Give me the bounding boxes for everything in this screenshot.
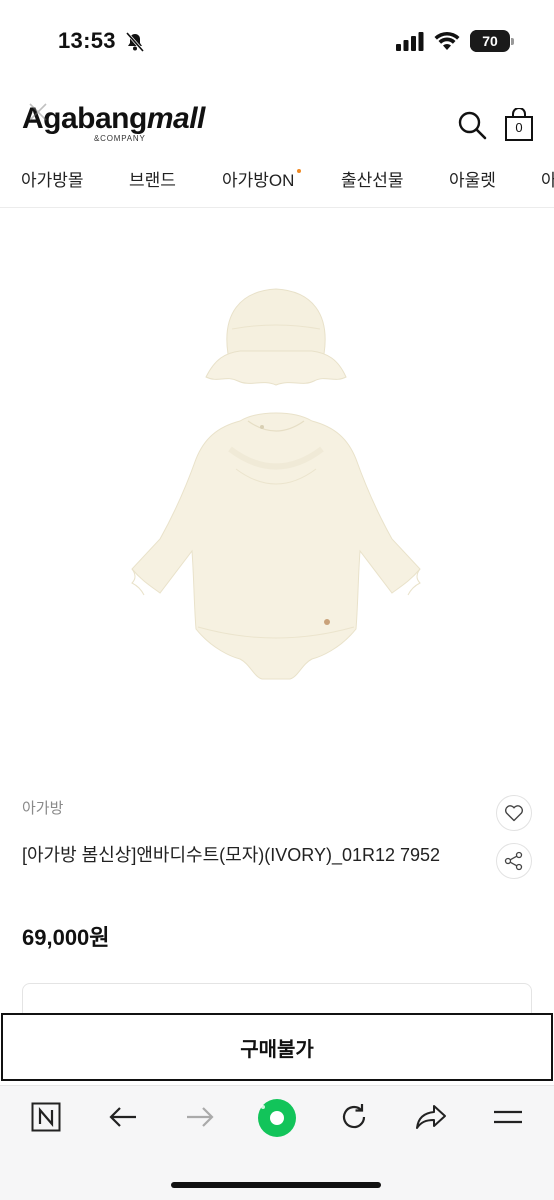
share-page-button[interactable] <box>414 1100 448 1134</box>
cart-count: 0 <box>515 120 523 135</box>
buy-bar: 구매불가 <box>0 1013 554 1083</box>
product-brand[interactable]: 아가방 <box>22 797 63 818</box>
product-title: [아가방 봄신상]앤바디수트(모자)(IVORY)_01R12 7952 <box>22 845 441 865</box>
signal-icon <box>396 32 424 51</box>
category-nav: 아가방몰 브랜드 아가방ON 출산선물 아울렛 아 <box>0 160 554 208</box>
romper-shape <box>131 412 421 680</box>
search-icon[interactable] <box>457 110 487 140</box>
forward-icon <box>187 1107 214 1127</box>
n-icon <box>31 1102 61 1132</box>
status-bar: 13:53 70 <box>0 0 554 84</box>
logo-mall: mall <box>146 102 206 135</box>
heart-icon <box>505 805 523 822</box>
logo-subtitle: &COMPANY <box>94 134 146 143</box>
hat-shape <box>205 288 347 386</box>
buy-button[interactable]: 구매불가 <box>1 1013 553 1081</box>
nav-item-agabang-on[interactable]: 아가방ON <box>222 166 302 191</box>
product-illustration <box>131 288 421 680</box>
back-button[interactable] <box>106 1100 140 1134</box>
nav-item-agabangmall[interactable]: 아가방몰 <box>21 166 84 191</box>
share-arrow-icon <box>416 1105 446 1129</box>
wishlist-button[interactable] <box>496 795 532 831</box>
refresh-icon <box>342 1104 366 1129</box>
product-image[interactable] <box>0 209 554 769</box>
bell-off-icon <box>125 32 145 52</box>
green-dot-icon <box>258 1099 296 1137</box>
battery-percent: 70 <box>482 33 498 49</box>
battery-indicator: 70 <box>470 30 514 52</box>
wifi-icon <box>434 31 460 50</box>
status-time: 13:53 <box>58 28 116 53</box>
close-icon[interactable] <box>26 100 50 124</box>
green-dot-button[interactable] <box>256 1097 298 1139</box>
refresh-button[interactable] <box>337 1100 371 1134</box>
nav-item-birth-gift[interactable]: 출산선물 <box>341 166 404 191</box>
nav-item-brand[interactable]: 브랜드 <box>129 166 176 191</box>
share-icon <box>504 851 523 871</box>
home-indicator <box>171 1182 381 1188</box>
nav-item-agabang-on-label: 아가방ON <box>222 171 295 190</box>
menu-button[interactable] <box>491 1100 525 1134</box>
share-button[interactable] <box>496 843 532 879</box>
naver-home-button[interactable] <box>29 1100 63 1134</box>
new-dot <box>297 169 302 173</box>
menu-icon <box>494 1110 522 1124</box>
status-right: 70 <box>396 30 514 52</box>
back-icon <box>109 1107 136 1127</box>
product-price: 69,000원 <box>22 925 110 950</box>
nav-item-outlet[interactable]: 아울렛 <box>449 166 496 191</box>
nav-item-more[interactable]: 아 <box>541 166 554 191</box>
battery-nub <box>511 38 514 45</box>
forward-button[interactable] <box>183 1100 217 1134</box>
